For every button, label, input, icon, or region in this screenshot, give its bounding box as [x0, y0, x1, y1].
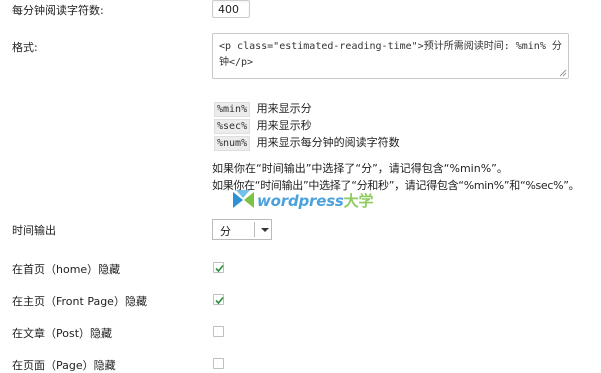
placeholder-min-row: %min% 用来显示分	[214, 100, 312, 117]
watermark-text: wordpress大学	[257, 190, 373, 211]
placeholder-desc: 用来显示每分钟的阅读字符数	[256, 136, 400, 149]
time-output-select[interactable]: 分	[212, 219, 272, 240]
placeholder-code: %sec%	[214, 119, 251, 134]
placeholder-code: %num%	[214, 136, 251, 151]
checkmark-icon	[215, 264, 224, 273]
time-output-label: 时间输出	[12, 224, 56, 237]
note-min: 如果你在“时间输出”中选择了“分”，请记得包含“%min%”。	[212, 162, 508, 175]
logo-mark-icon	[233, 190, 254, 208]
placeholder-desc: 用来显示分	[256, 102, 312, 115]
hide-home-checkbox[interactable]	[213, 262, 224, 273]
select-divider	[254, 222, 255, 237]
placeholder-code: %min%	[214, 102, 251, 117]
format-textarea[interactable]: <p class="estimated-reading-time">预计所需阅读…	[212, 33, 569, 79]
chevron-down-icon	[261, 228, 269, 232]
hide-page-checkbox[interactable]	[213, 358, 224, 369]
hide-home-label: 在首页（home）隐藏	[12, 263, 121, 276]
watermark-suffix: 大学	[343, 192, 374, 210]
placeholder-desc: 用来显示秒	[256, 119, 312, 132]
placeholder-sec-row: %sec% 用来显示秒	[214, 117, 312, 134]
hide-page-label: 在页面（Page）隐藏	[12, 359, 116, 372]
placeholder-num-row: %num% 用来显示每分钟的阅读字符数	[214, 134, 400, 151]
hide-post-checkbox[interactable]	[213, 326, 224, 337]
hide-front-page-label: 在主页（Front Page）隐藏	[12, 295, 147, 308]
words-per-minute-input[interactable]: 400	[212, 0, 250, 18]
watermark-brand: wordpress	[257, 192, 344, 210]
hide-post-label: 在文章（Post）隐藏	[12, 327, 113, 340]
checkmark-icon	[215, 296, 224, 305]
format-label: 格式:	[12, 41, 38, 54]
words-per-minute-label: 每分钟阅读字符数:	[12, 4, 104, 17]
time-output-selected: 分	[220, 225, 231, 238]
hide-front-page-checkbox[interactable]	[213, 294, 224, 305]
